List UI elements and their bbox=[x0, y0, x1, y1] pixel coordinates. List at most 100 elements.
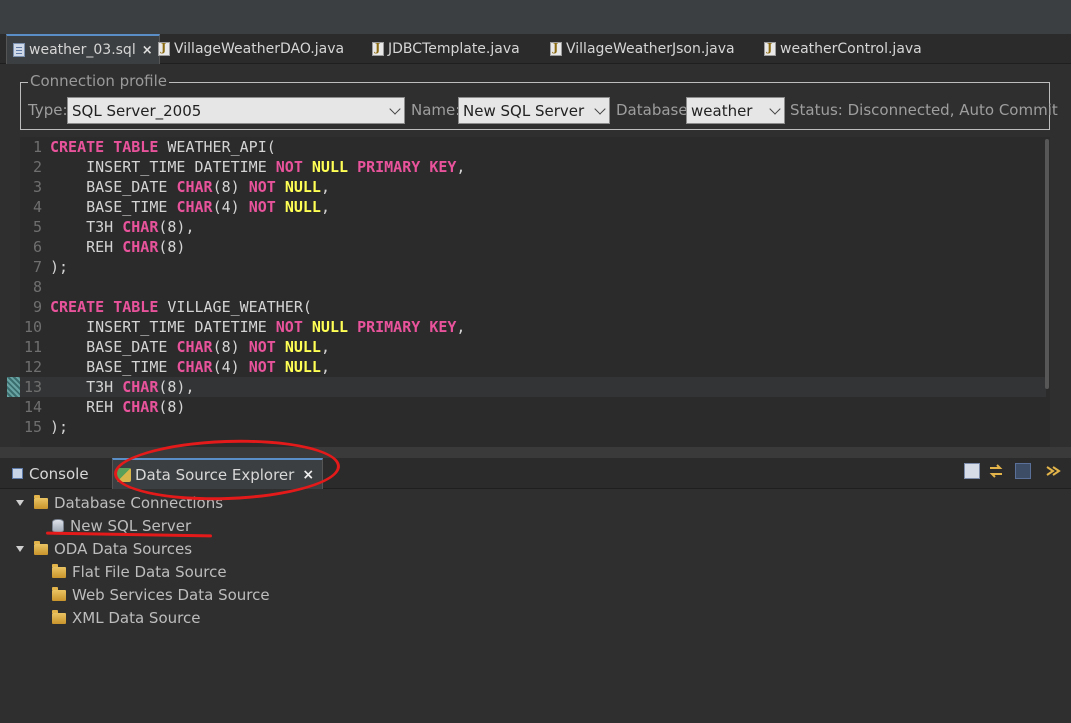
code-line[interactable]: 5 T3H CHAR(8), bbox=[20, 217, 1046, 237]
line-number: 14 bbox=[23, 398, 42, 416]
code-text: ); bbox=[50, 418, 69, 436]
tree-item-flat-file[interactable]: Flat File Data Source bbox=[52, 562, 227, 582]
code-line[interactable]: 13 T3H CHAR(8), bbox=[20, 377, 1046, 397]
folder-icon bbox=[34, 540, 48, 555]
tab-weather-control[interactable]: weatherControl.java bbox=[758, 34, 922, 64]
code-text: CREATE TABLE WEATHER_API( bbox=[50, 138, 276, 156]
line-number: 7 bbox=[32, 258, 42, 276]
folder-icon bbox=[34, 494, 48, 509]
tree-view-icon[interactable] bbox=[1015, 463, 1031, 479]
type-label: Type: bbox=[28, 101, 68, 119]
name-value: New SQL Server bbox=[463, 101, 585, 120]
code-text: REH CHAR(8) bbox=[50, 238, 186, 256]
java-file-icon bbox=[550, 41, 562, 56]
database-value: weather bbox=[691, 101, 753, 120]
current-line-marker bbox=[7, 377, 20, 397]
close-icon[interactable]: × bbox=[142, 43, 153, 58]
code-text: BASE_DATE CHAR(8) NOT NULL, bbox=[50, 178, 330, 196]
editor-tab-bar: weather_03.sql × VillageWeatherDAO.java … bbox=[0, 34, 1071, 64]
console-icon bbox=[12, 468, 23, 479]
link-with-editor-icon[interactable] bbox=[988, 463, 1004, 479]
code-line[interactable]: 14 REH CHAR(8) bbox=[20, 397, 1046, 417]
collapse-all-icon[interactable] bbox=[964, 463, 980, 479]
code-text: INSERT_TIME DATETIME NOT NULL PRIMARY KE… bbox=[50, 318, 466, 336]
code-text: BASE_DATE CHAR(8) NOT NULL, bbox=[50, 338, 330, 356]
line-number: 10 bbox=[23, 318, 42, 336]
java-file-icon bbox=[764, 41, 776, 56]
tree-item-web-services[interactable]: Web Services Data Source bbox=[52, 585, 270, 605]
tree-item-oda-data-sources[interactable]: ODA Data Sources bbox=[16, 539, 192, 559]
code-line[interactable]: 3 BASE_DATE CHAR(8) NOT NULL, bbox=[20, 177, 1046, 197]
folder-icon bbox=[52, 586, 66, 601]
type-select[interactable]: SQL Server_2005 bbox=[67, 97, 405, 124]
database-select[interactable]: weather bbox=[686, 97, 785, 124]
chevron-down-icon bbox=[594, 103, 606, 115]
line-number: 12 bbox=[23, 358, 42, 376]
expand-triangle-icon[interactable] bbox=[16, 546, 24, 552]
code-text: T3H CHAR(8), bbox=[50, 218, 195, 236]
tab-label: VillageWeatherJson.java bbox=[566, 41, 735, 57]
name-label: Name: bbox=[411, 101, 461, 119]
code-line[interactable]: 1 CREATE TABLE WEATHER_API( bbox=[20, 137, 1046, 157]
code-line[interactable]: 11 BASE_DATE CHAR(8) NOT NULL, bbox=[20, 337, 1046, 357]
folder-icon bbox=[52, 609, 66, 624]
java-file-icon bbox=[158, 41, 170, 56]
code-line[interactable]: 2 INSERT_TIME DATETIME NOT NULL PRIMARY … bbox=[20, 157, 1046, 177]
code-line[interactable]: 10 INSERT_TIME DATETIME NOT NULL PRIMARY… bbox=[20, 317, 1046, 337]
expand-triangle-icon[interactable] bbox=[16, 500, 24, 506]
line-number: 3 bbox=[32, 178, 42, 196]
tab-village-weather-dao[interactable]: VillageWeatherDAO.java bbox=[152, 34, 344, 64]
folder-icon bbox=[52, 563, 66, 578]
type-value: SQL Server_2005 bbox=[72, 101, 202, 120]
tab-label: weather_03.sql bbox=[29, 42, 136, 58]
line-number: 4 bbox=[32, 198, 42, 216]
tree-item-label: Web Services Data Source bbox=[72, 586, 270, 604]
code-text: BASE_TIME CHAR(4) NOT NULL, bbox=[50, 198, 330, 216]
code-text: CREATE TABLE VILLAGE_WEATHER( bbox=[50, 298, 312, 316]
line-number: 15 bbox=[23, 418, 42, 436]
tree-item-label: Flat File Data Source bbox=[72, 563, 227, 581]
chevron-down-icon bbox=[389, 103, 401, 115]
code-text: ); bbox=[50, 258, 69, 276]
tab-label: Console bbox=[29, 464, 89, 483]
view-menu-icon[interactable] bbox=[1045, 463, 1061, 479]
tree-item-label: ODA Data Sources bbox=[54, 540, 193, 558]
line-number: 13 bbox=[23, 378, 42, 396]
database-label: Database: bbox=[616, 101, 693, 119]
code-line[interactable]: 12 BASE_TIME CHAR(4) NOT NULL, bbox=[20, 357, 1046, 377]
line-number: 11 bbox=[23, 338, 42, 356]
code-text: BASE_TIME CHAR(4) NOT NULL, bbox=[50, 358, 330, 376]
tab-label: VillageWeatherDAO.java bbox=[174, 41, 345, 57]
code-text: REH CHAR(8) bbox=[50, 398, 186, 416]
editor-scrollbar[interactable] bbox=[1045, 139, 1049, 389]
tab-jdbc-template[interactable]: JDBCTemplate.java bbox=[366, 34, 520, 64]
tree-item-label: XML Data Source bbox=[72, 609, 201, 627]
code-line[interactable]: 7); bbox=[20, 257, 1046, 277]
code-line[interactable]: 15); bbox=[20, 417, 1046, 437]
code-line[interactable]: 6 REH CHAR(8) bbox=[20, 237, 1046, 257]
tree-item-xml[interactable]: XML Data Source bbox=[52, 608, 200, 628]
tab-label: weatherControl.java bbox=[780, 41, 922, 57]
line-number: 2 bbox=[32, 158, 42, 176]
java-file-icon bbox=[372, 41, 384, 56]
code-line[interactable]: 4 BASE_TIME CHAR(4) NOT NULL, bbox=[20, 197, 1046, 217]
connection-status: Status: Disconnected, Auto Commit bbox=[790, 101, 1058, 119]
tab-village-weather-json[interactable]: VillageWeatherJson.java bbox=[544, 34, 735, 64]
code-line[interactable]: 8 bbox=[20, 277, 1046, 297]
tab-weather-03-sql[interactable]: weather_03.sql × bbox=[6, 34, 160, 64]
tab-console[interactable]: Console bbox=[0, 458, 89, 489]
line-number: 1 bbox=[32, 138, 42, 156]
line-number: 5 bbox=[32, 218, 42, 236]
line-number: 6 bbox=[32, 238, 42, 256]
code-line[interactable]: 9 CREATE TABLE VILLAGE_WEATHER( bbox=[20, 297, 1046, 317]
chevron-down-icon bbox=[769, 103, 781, 115]
code-text: INSERT_TIME DATETIME NOT NULL PRIMARY KE… bbox=[50, 158, 466, 176]
sql-editor[interactable]: 1 CREATE TABLE WEATHER_API(2 INSERT_TIME … bbox=[20, 137, 1050, 447]
tab-label: JDBCTemplate.java bbox=[388, 41, 520, 57]
name-select[interactable]: New SQL Server bbox=[458, 97, 610, 124]
data-source-tree: Database Connections New SQL Server ODA … bbox=[0, 490, 1071, 723]
window-top-strip bbox=[0, 0, 1071, 34]
connection-profile-legend: Connection profile bbox=[28, 72, 170, 90]
line-number: 8 bbox=[32, 278, 42, 296]
code-text: T3H CHAR(8), bbox=[50, 378, 195, 396]
